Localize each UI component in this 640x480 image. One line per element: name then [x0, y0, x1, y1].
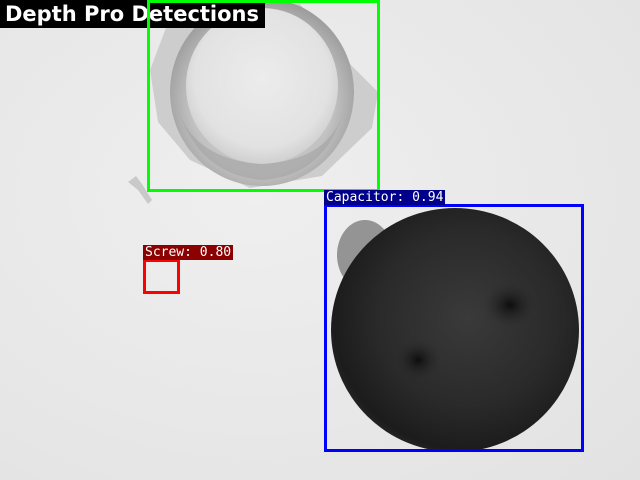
detection-box-ring	[147, 0, 380, 192]
detection-label-capacitor: Capacitor: 0.94	[324, 190, 446, 205]
detection-box-capacitor	[324, 204, 584, 452]
detection-box-screw	[143, 259, 180, 294]
detection-label-screw: Screw: 0.80	[143, 245, 234, 260]
depth-map-image: Depth Pro Detections Capacitor: 0.94 Scr…	[0, 0, 640, 480]
